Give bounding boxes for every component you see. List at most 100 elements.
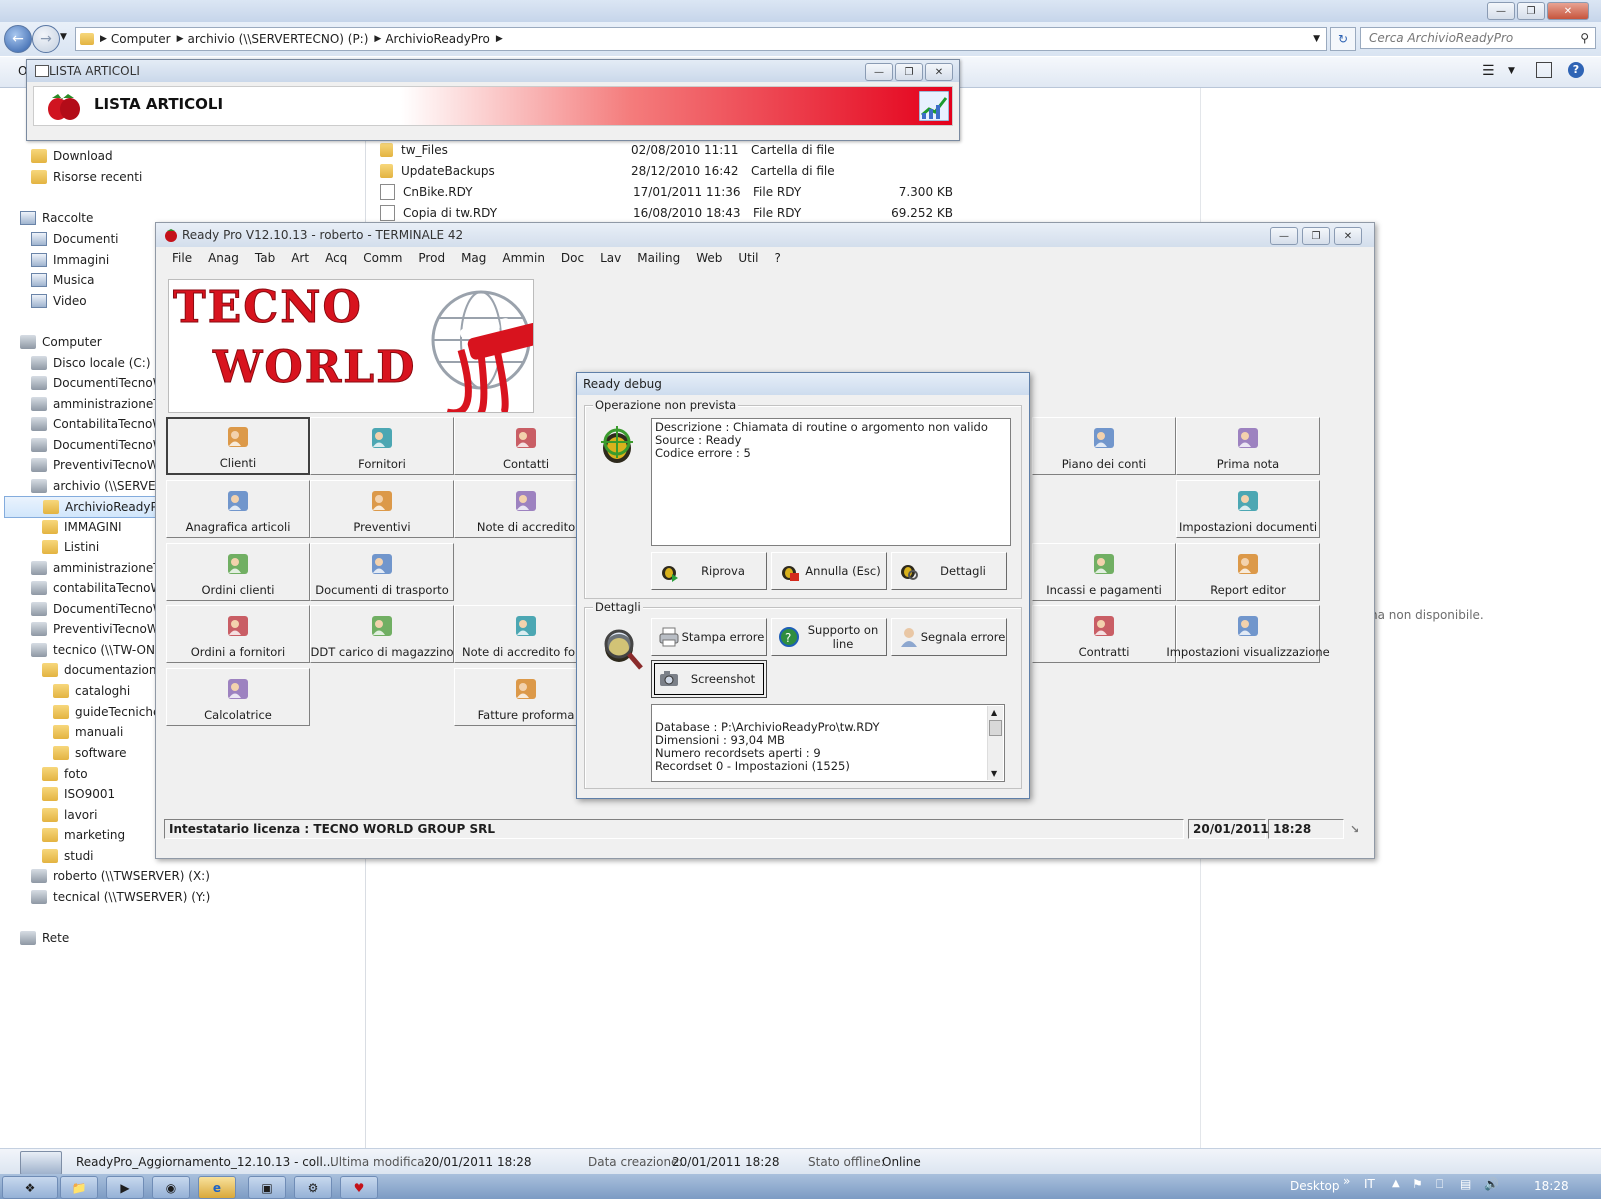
refresh-button[interactable]: ↻: [1330, 27, 1356, 51]
nav-item[interactable]: DocumentiTecnoW: [31, 435, 165, 455]
breadcrumb-computer[interactable]: Computer: [107, 32, 177, 46]
scroll-up-icon[interactable]: ▲: [991, 706, 997, 719]
menu-tab[interactable]: Tab: [247, 249, 283, 267]
nav-item[interactable]: studi: [42, 846, 94, 866]
minimize-button[interactable]: —: [1270, 227, 1298, 245]
nav-item[interactable]: Immagini: [31, 250, 109, 270]
supporto-online-button[interactable]: ? Supporto on line: [771, 618, 887, 656]
menu-anag[interactable]: Anag: [200, 249, 247, 267]
nav-item[interactable]: Rete: [20, 928, 69, 948]
resize-grip-icon[interactable]: ↘: [1350, 823, 1359, 836]
nav-item[interactable]: Video: [31, 291, 87, 311]
tile-anagrafica-articoli[interactable]: Anagrafica articoli: [166, 480, 310, 538]
desktop-toolbar-label[interactable]: Desktop: [1290, 1179, 1340, 1193]
breadcrumb-archivio[interactable]: archivio (\\SERVERTECNO) (P:): [184, 32, 375, 46]
tile-contratti[interactable]: Contratti: [1032, 605, 1176, 663]
minimize-button[interactable]: —: [1487, 2, 1515, 20]
menu-art[interactable]: Art: [283, 249, 317, 267]
language-indicator[interactable]: IT: [1364, 1177, 1375, 1191]
nav-item[interactable]: tecnical (\\TWSERVER) (Y:): [31, 887, 210, 907]
menu-prod[interactable]: Prod: [410, 249, 453, 267]
file-row[interactable]: UpdateBackups 28/12/2010 16:42 Cartella di…: [380, 161, 960, 181]
forward-button[interactable]: →: [32, 25, 60, 53]
tile-piano-dei-conti[interactable]: Piano dei conti: [1032, 417, 1176, 475]
tile-calcolatrice[interactable]: Calcolatrice: [166, 668, 310, 726]
nav-item[interactable]: Listini: [42, 537, 99, 557]
network-icon[interactable]: ▤: [1460, 1177, 1471, 1191]
taskbar-explorer[interactable]: 📁: [60, 1176, 98, 1199]
nav-item[interactable]: contabilitaTecnoW: [31, 578, 162, 598]
menu-web[interactable]: Web: [688, 249, 730, 267]
restore-button[interactable]: ❐: [895, 63, 923, 81]
file-row[interactable]: CnBike.RDY 17/01/2011 11:36 File RDY 7.300 …: [380, 182, 960, 202]
file-row[interactable]: tw_Files 02/08/2010 11:11 Cartella di file: [380, 140, 960, 160]
menu-mag[interactable]: Mag: [453, 249, 494, 267]
dettagli-button[interactable]: Dettagli: [891, 552, 1007, 590]
nav-item[interactable]: foto: [42, 764, 88, 784]
nav-item[interactable]: lavori: [42, 805, 97, 825]
screenshot-button[interactable]: Screenshot: [651, 660, 767, 698]
menu-acq[interactable]: Acq: [317, 249, 355, 267]
breadcrumb-archivioreadypro[interactable]: ArchivioReadyPro: [381, 32, 495, 46]
taskbar-app-3[interactable]: ⚙: [294, 1176, 332, 1199]
nav-item[interactable]: Download: [31, 146, 113, 166]
menu-mailing[interactable]: Mailing: [629, 249, 688, 267]
tile-impostazioni-visualizzazione[interactable]: Impostazioni visualizzazione: [1166, 605, 1330, 663]
nav-item[interactable]: Disco locale (C:): [31, 353, 151, 373]
menu-lav[interactable]: Lav: [592, 249, 629, 267]
tile-incassi-e-pagamenti[interactable]: Incassi e pagamenti: [1032, 543, 1176, 601]
tile-clienti[interactable]: Clienti: [166, 417, 310, 475]
minimize-button[interactable]: —: [865, 63, 893, 81]
chevron-up-icon[interactable]: ▲: [1392, 1178, 1400, 1189]
taskbar-media-player[interactable]: ▶: [106, 1176, 144, 1199]
tile-fornitori[interactable]: Fornitori: [310, 417, 454, 475]
chart-growth-icon[interactable]: [919, 91, 949, 121]
menu-file[interactable]: File: [164, 249, 200, 267]
start-button[interactable]: ❖: [2, 1176, 58, 1199]
chevron-down-icon[interactable]: ▼: [1313, 34, 1320, 44]
tile-documenti-di-trasporto[interactable]: Documenti di trasporto: [310, 543, 454, 601]
tile-ordini-a-fornitori[interactable]: Ordini a fornitori: [166, 605, 310, 663]
nav-item[interactable]: Risorse recenti: [31, 167, 142, 187]
nav-item[interactable]: DocumentiTecnoW: [31, 599, 165, 619]
chevron-double-right-icon[interactable]: »: [1343, 1174, 1350, 1188]
menu-ammin[interactable]: Ammin: [494, 249, 553, 267]
help-icon[interactable]: ?: [1568, 62, 1584, 78]
nav-item[interactable]: PreventiviTecnoW: [31, 455, 159, 475]
close-button[interactable]: ✕: [1334, 227, 1362, 245]
menu-comm[interactable]: Comm: [355, 249, 410, 267]
menu-util[interactable]: Util: [730, 249, 766, 267]
nav-item[interactable]: PreventiviTecnoW: [31, 619, 159, 639]
close-button[interactable]: ✕: [925, 63, 953, 81]
flag-icon[interactable]: ⚑: [1412, 1177, 1423, 1191]
details-scrollbar[interactable]: ▲ ▼: [987, 706, 1003, 780]
tile-preventivi[interactable]: Preventivi: [310, 480, 454, 538]
nav-item[interactable]: ISO9001: [42, 784, 115, 804]
tile-prima-nota[interactable]: Prima nota: [1176, 417, 1320, 475]
tile-report-editor[interactable]: Report editor: [1176, 543, 1320, 601]
device-icon[interactable]: ⎕: [1436, 1177, 1443, 1192]
taskbar-internet-explorer[interactable]: e: [198, 1176, 236, 1199]
nav-item[interactable]: DocumentiTecnoW: [31, 373, 165, 393]
scroll-down-icon[interactable]: ▼: [991, 767, 997, 780]
search-input[interactable]: Cerca ArchivioReadyPro ⚲: [1360, 27, 1596, 49]
view-options-icon[interactable]: ☰: [1482, 63, 1495, 79]
scroll-thumb[interactable]: [989, 720, 1002, 736]
nav-item[interactable]: guideTecniche: [53, 702, 160, 722]
nav-item[interactable]: Documenti: [31, 229, 119, 249]
maximize-button[interactable]: ❐: [1517, 2, 1545, 20]
tile-ordini-clienti[interactable]: Ordini clienti: [166, 543, 310, 601]
riprova-button[interactable]: Riprova: [651, 552, 767, 590]
nav-item[interactable]: manuali: [53, 722, 123, 742]
nav-item[interactable]: roberto (\\TWSERVER) (X:): [31, 866, 210, 886]
nav-item[interactable]: Computer: [20, 332, 102, 352]
nav-item[interactable]: IMMAGINI: [42, 517, 122, 537]
nav-item[interactable]: tecnico (\\TW-ONE: [31, 640, 163, 660]
clock[interactable]: 18:28: [1534, 1179, 1569, 1193]
nav-item[interactable]: ContabilitaTecnoW: [31, 414, 164, 434]
tile-ddt-carico-di-magazzino[interactable]: DDT carico di magazzino: [310, 605, 454, 663]
nav-item[interactable]: cataloghi: [53, 681, 130, 701]
chevron-down-icon[interactable]: ▼: [1508, 66, 1515, 76]
nav-item[interactable]: software: [53, 743, 127, 763]
debug-details-box[interactable]: ▲ ▼ Database : P:\ArchivioReadyPro\tw.RD…: [651, 704, 1005, 782]
